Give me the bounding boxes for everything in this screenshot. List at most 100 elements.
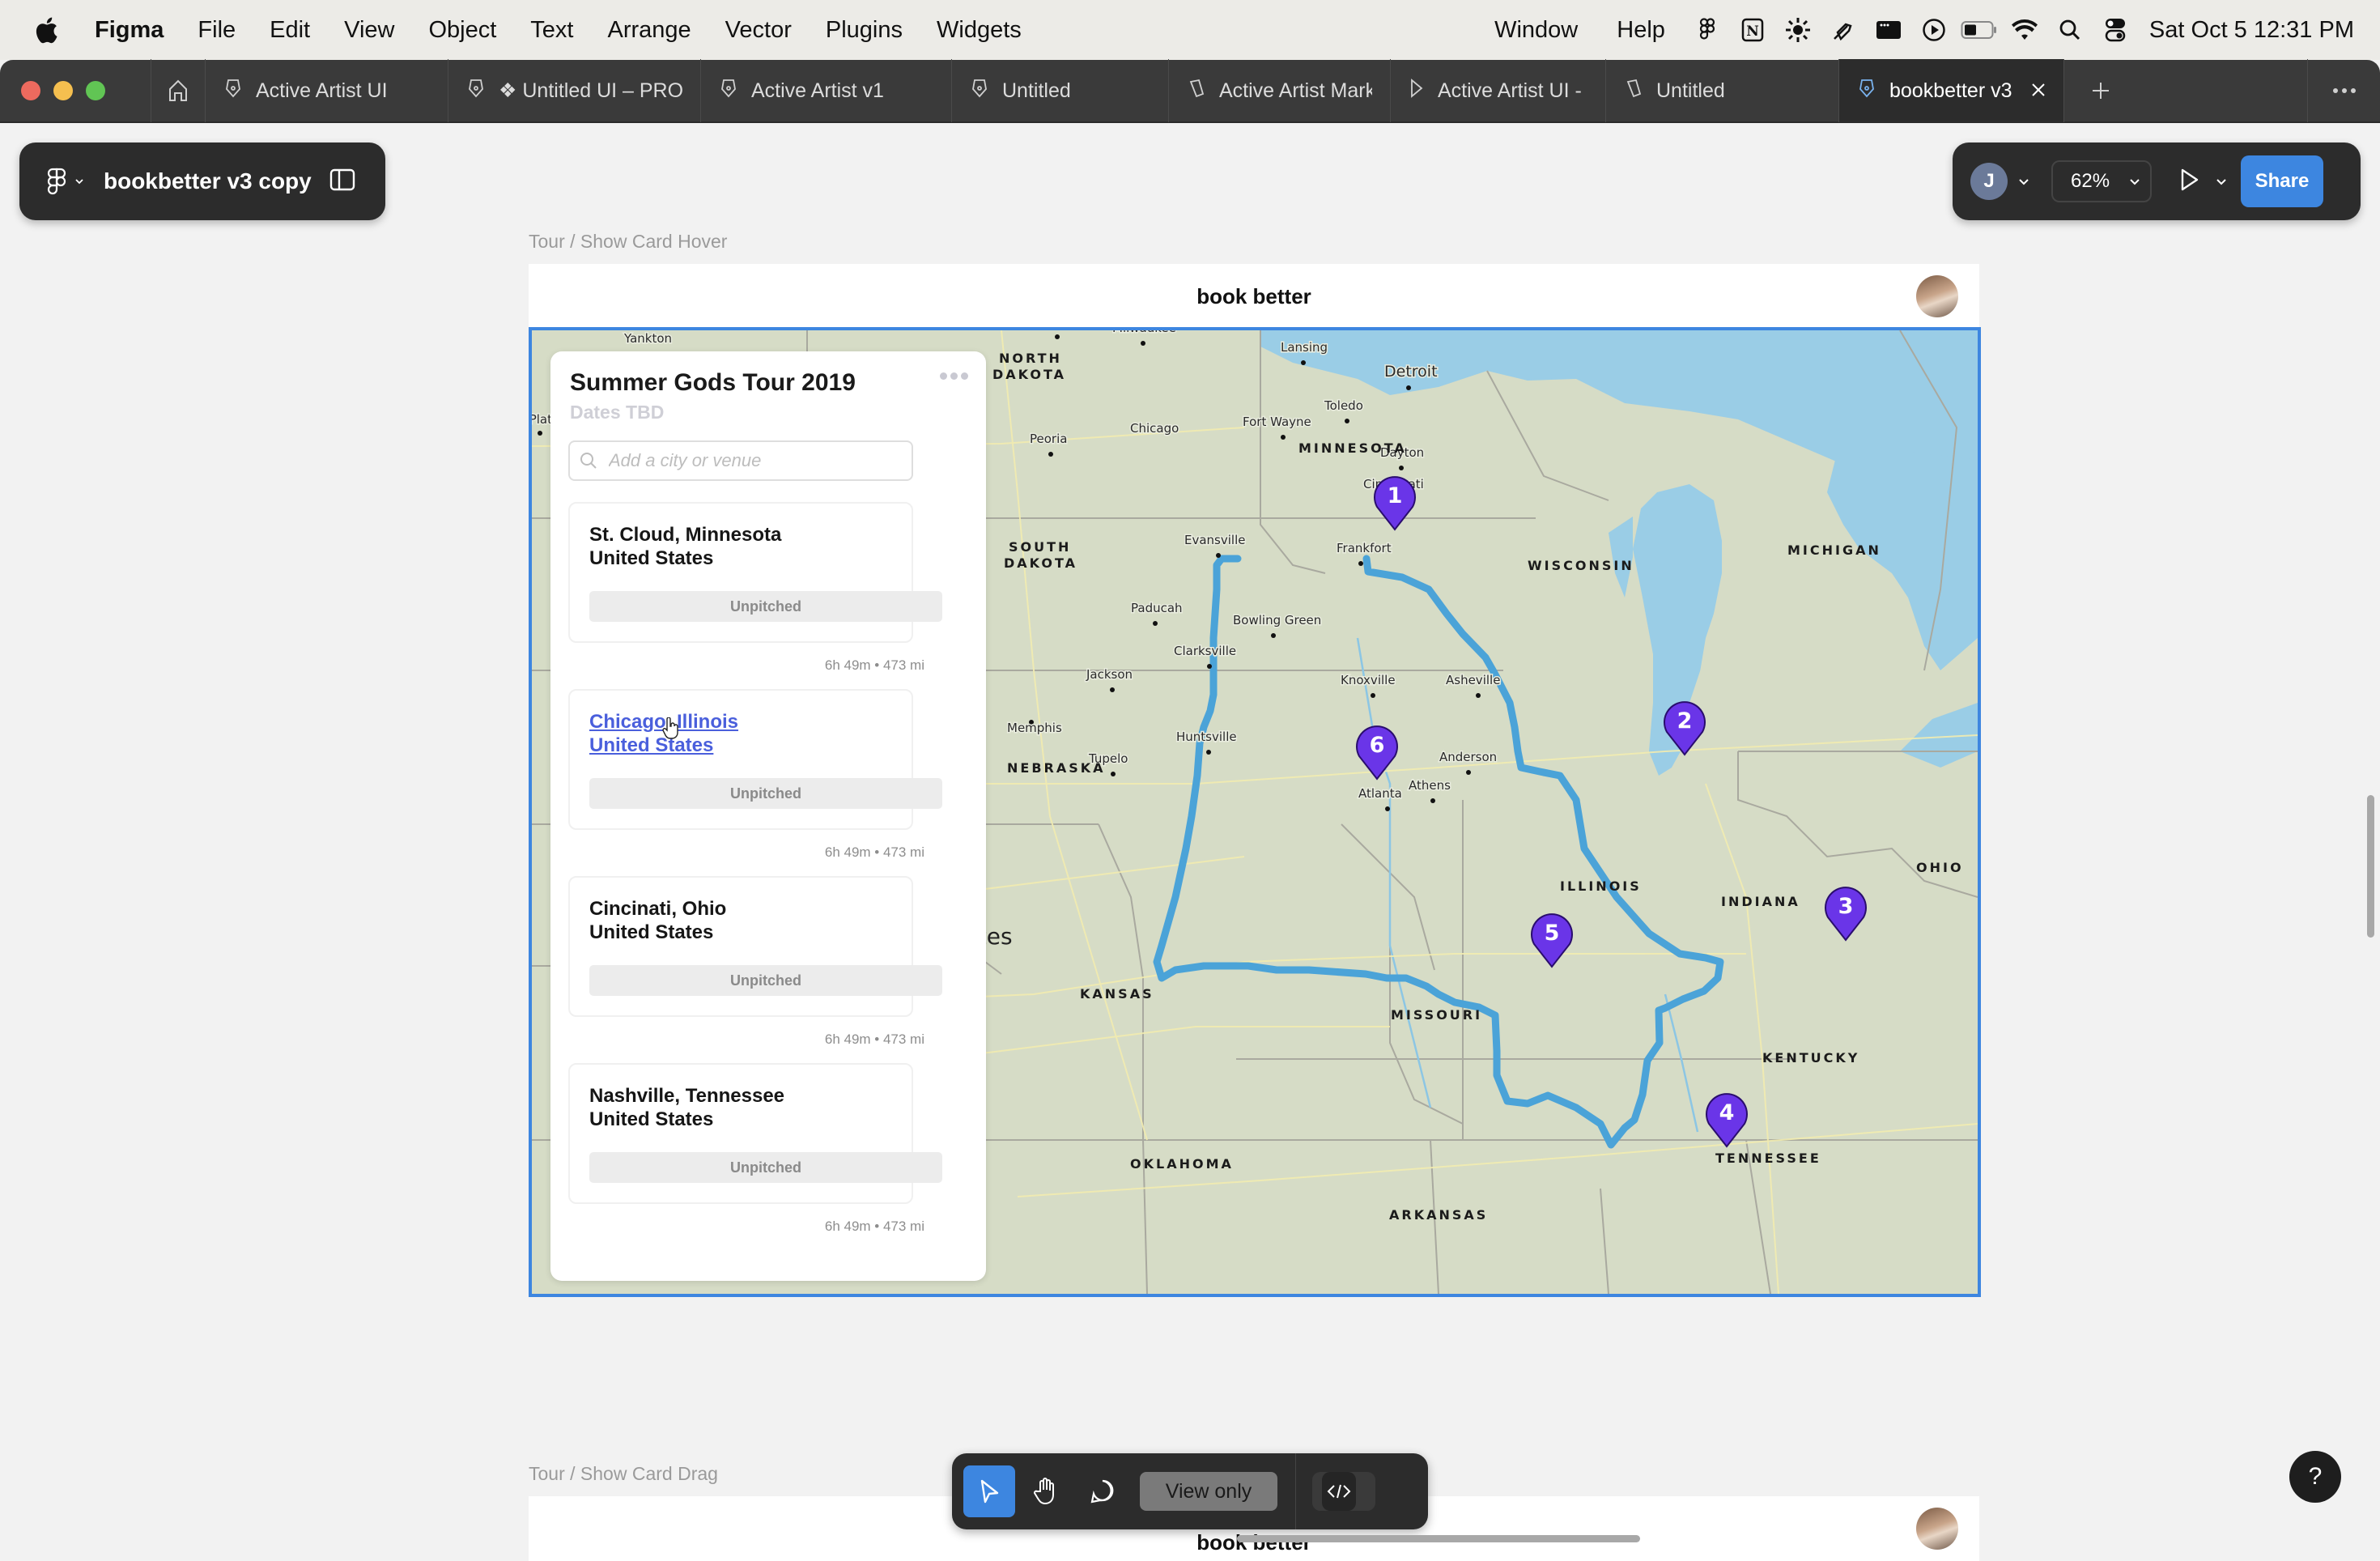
stop-item[interactable]: Chicago, Illinois United States Unpitched…: [568, 689, 942, 861]
tab-overflow-menu-button[interactable]: [2307, 59, 2380, 122]
notion-icon[interactable]: N: [1730, 14, 1775, 46]
add-stop-input[interactable]: [609, 450, 900, 471]
stop-item[interactable]: Cincinati, Ohio United States Unpitched 6…: [568, 876, 942, 1048]
file-tab[interactable]: Active Artist v1: [701, 59, 952, 122]
city-label: Paducah: [1131, 601, 1183, 615]
wifi-icon[interactable]: [2002, 14, 2047, 46]
move-tool-button[interactable]: [963, 1465, 1015, 1517]
minimize-window-button[interactable]: [53, 81, 73, 100]
stop-card[interactable]: Nashville, Tennessee United States Unpitc…: [568, 1063, 942, 1204]
file-tab-active[interactable]: bookbetter v3 c: [1839, 59, 2064, 122]
stop-card[interactable]: Cincinati, Ohio United States Unpitched: [568, 876, 942, 1017]
city-label: Huntsville: [1176, 729, 1237, 744]
stop-status-button[interactable]: Unpitched: [589, 778, 942, 809]
dev-mode-toggle[interactable]: [1312, 1472, 1375, 1511]
current-user-avatar[interactable]: J: [1970, 163, 2008, 200]
stop-status-button[interactable]: Unpitched: [589, 965, 942, 996]
figjam-file-icon: [1624, 78, 1643, 104]
menu-vector[interactable]: Vector: [708, 17, 809, 44]
apple-menu-icon[interactable]: [34, 15, 58, 45]
menu-widgets[interactable]: Widgets: [920, 17, 1039, 44]
menu-app-figma[interactable]: Figma: [78, 17, 181, 44]
menu-edit[interactable]: Edit: [253, 17, 327, 44]
city-label: Milwaukee: [1112, 330, 1176, 335]
stop-item[interactable]: Nashville, Tennessee United States Unpitc…: [568, 1063, 942, 1235]
stop-country: United States: [589, 1108, 714, 1130]
play-circle-icon[interactable]: [1911, 14, 1957, 46]
help-button[interactable]: ?: [2289, 1451, 2341, 1503]
file-tab[interactable]: Active Artist UI - Fin: [1391, 59, 1606, 122]
city-dot: [1358, 561, 1363, 566]
add-stop-search[interactable]: [568, 440, 913, 481]
city-dot: [1399, 466, 1404, 470]
design-file-icon: [223, 78, 243, 104]
user-avatar[interactable]: [1916, 275, 1958, 317]
spotlight-search-icon[interactable]: [2047, 14, 2093, 46]
stop-item[interactable]: St. Cloud, Minnesota United States Unpitc…: [568, 502, 942, 674]
user-avatar[interactable]: [1916, 1508, 1958, 1550]
stop-location[interactable]: St. Cloud, Minnesota United States: [589, 523, 781, 570]
share-button[interactable]: Share: [2241, 155, 2323, 207]
stop-card[interactable]: St. Cloud, Minnesota United States Unpitc…: [568, 502, 942, 643]
file-tab[interactable]: ❖ Untitled UI – PRO: [448, 59, 701, 122]
prototype-file-icon: [1409, 78, 1425, 104]
city-label: Memphis: [1007, 721, 1062, 735]
file-tab[interactable]: Untitled: [952, 59, 1169, 122]
menu-object[interactable]: Object: [411, 17, 513, 44]
city-dot: [1153, 621, 1158, 626]
city-label: Jackson: [1086, 667, 1133, 682]
battery-icon[interactable]: [1957, 14, 2002, 46]
figma-icon[interactable]: [1685, 14, 1730, 46]
present-button[interactable]: [2179, 168, 2200, 196]
stop-city-name: Cincinati, Ohio: [589, 898, 727, 920]
home-tab[interactable]: [151, 59, 206, 122]
feather-icon[interactable]: [1821, 14, 1866, 46]
menu-window[interactable]: Window: [1475, 17, 1597, 44]
menu-view[interactable]: View: [327, 17, 411, 44]
tour-options-button[interactable]: [940, 372, 968, 380]
main-menu-button[interactable]: [47, 168, 84, 195]
zoom-level-dropdown[interactable]: 62%: [2051, 160, 2152, 202]
hand-tool-button[interactable]: [1020, 1465, 1072, 1517]
file-name[interactable]: bookbetter v3 copy: [104, 168, 312, 194]
tab-label: Active Artist UI: [256, 79, 388, 102]
pin-number: 2: [1677, 708, 1693, 734]
stop-status-button[interactable]: Unpitched: [589, 1152, 942, 1183]
search-icon: [580, 453, 597, 469]
horizontal-scrollbar[interactable]: [1237, 1535, 1640, 1542]
stop-status-button[interactable]: Unpitched: [589, 591, 942, 622]
present-options-chevron-icon[interactable]: [2213, 178, 2229, 185]
view-only-badge[interactable]: View only: [1140, 1472, 1277, 1511]
comment-tool-button[interactable]: [1077, 1465, 1128, 1517]
vertical-scrollbar[interactable]: [2367, 795, 2374, 938]
menu-plugins[interactable]: Plugins: [809, 17, 920, 44]
menu-file[interactable]: File: [181, 17, 253, 44]
stop-card[interactable]: Chicago, Illinois United States Unpitched: [568, 689, 942, 830]
menu-arrange[interactable]: Arrange: [590, 17, 708, 44]
sun-icon[interactable]: [1775, 14, 1821, 46]
stop-location[interactable]: Nashville, Tennessee United States: [589, 1084, 784, 1131]
menu-text[interactable]: Text: [513, 17, 590, 44]
new-tab-button[interactable]: [2064, 59, 2137, 122]
brand-logo-text[interactable]: book better: [1196, 1530, 1311, 1555]
frame-label-hover[interactable]: Tour / Show Card Hover: [529, 231, 727, 253]
close-window-button[interactable]: [21, 81, 40, 100]
tour-title[interactable]: Summer Gods Tour 2019: [570, 369, 856, 397]
toggle-sidebar-button[interactable]: [329, 168, 355, 195]
stop-location[interactable]: Cincinati, Ohio United States: [589, 897, 726, 944]
file-tab[interactable]: Active Artist UI: [206, 59, 448, 122]
control-center-icon[interactable]: [2093, 14, 2138, 46]
brand-logo-text[interactable]: book better: [1196, 284, 1311, 309]
menu-extras-icon[interactable]: [1866, 14, 1911, 46]
window-controls: [21, 81, 125, 100]
menu-help[interactable]: Help: [1597, 17, 1685, 44]
file-tab[interactable]: Untitled: [1606, 59, 1839, 122]
file-tab[interactable]: Active Artist Market: [1169, 59, 1391, 122]
user-menu-chevron-icon[interactable]: [2016, 178, 2032, 185]
city-dot: [1301, 360, 1306, 365]
menubar-clock[interactable]: Sat Oct 5 12:31 PM: [2149, 17, 2354, 44]
maximize-window-button[interactable]: [86, 81, 105, 100]
frame-label-drag[interactable]: Tour / Show Card Drag: [529, 1463, 718, 1485]
close-tab-icon[interactable]: [2031, 79, 2046, 103]
tour-map[interactable]: MadisonMilwaukeeYanktonSioux CityWaterlo…: [529, 327, 1981, 1297]
